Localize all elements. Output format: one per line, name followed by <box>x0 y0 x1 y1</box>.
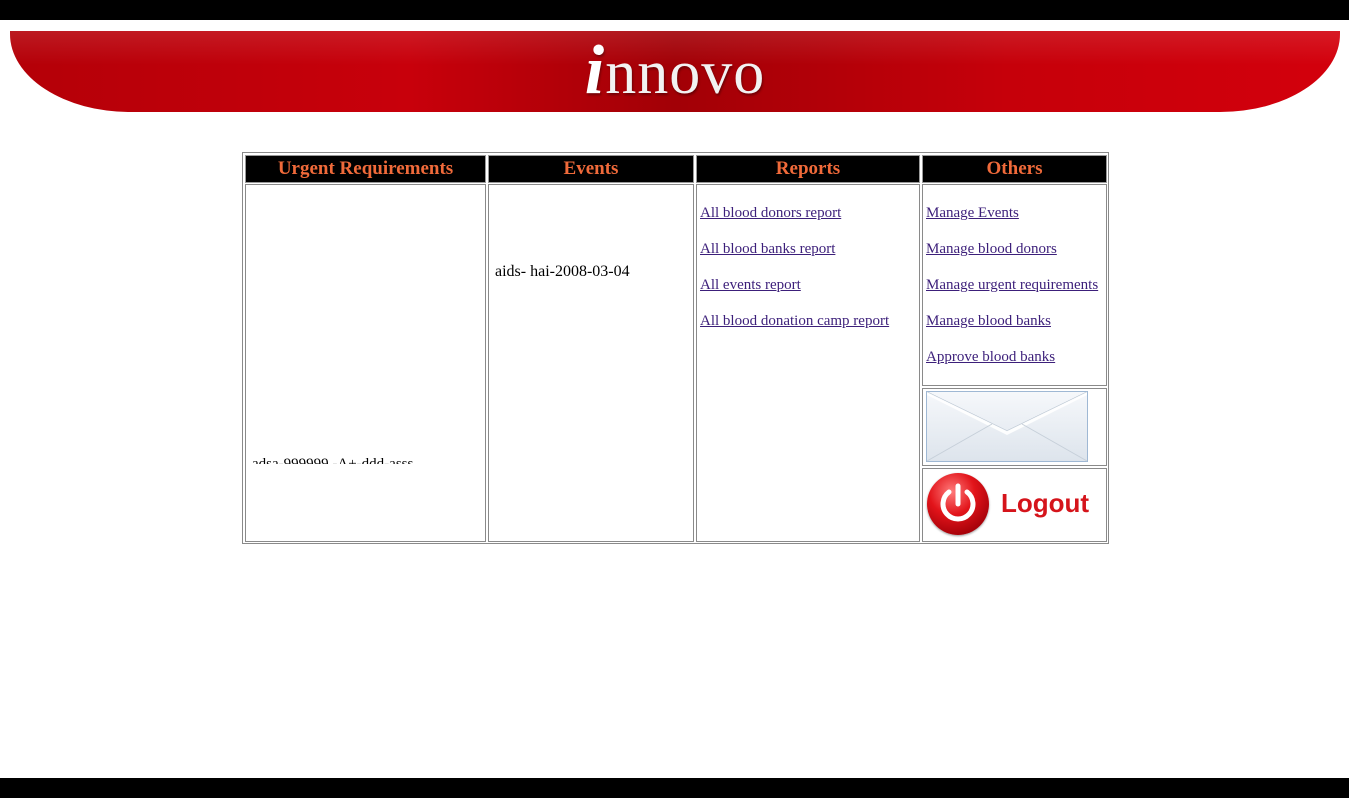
urgent-requirements-panel: adsa-999999 -A+-ddd-asss <box>245 184 486 542</box>
event-item: aids- hai-2008-03-04 <box>495 263 630 280</box>
header-reports: Reports <box>696 155 920 183</box>
link-all-blood-banks-report[interactable]: All blood banks report <box>700 241 835 258</box>
link-all-events-report[interactable]: All events report <box>700 277 801 294</box>
reports-panel: All blood donors report All blood banks … <box>696 184 920 542</box>
mail-panel <box>922 388 1107 466</box>
header-banner: innovo <box>10 31 1340 112</box>
header-urgent-requirements: Urgent Requirements <box>245 155 486 183</box>
envelope-icon[interactable] <box>926 391 1088 462</box>
top-black-bar <box>0 0 1349 20</box>
link-all-blood-donors-report[interactable]: All blood donors report <box>700 205 841 222</box>
innovo-logo: innovo <box>584 32 766 109</box>
urgent-requirements-marquee: adsa-999999 -A+-ddd-asss <box>252 456 414 464</box>
bottom-black-bar <box>0 778 1349 798</box>
logout-button[interactable]: Logout <box>926 472 1101 538</box>
logout-panel: Logout <box>922 468 1107 542</box>
logout-label: Logout <box>1001 488 1090 518</box>
link-all-blood-donation-camp-report[interactable]: All blood donation camp report <box>700 313 889 330</box>
link-manage-blood-banks[interactable]: Manage blood banks <box>926 313 1051 330</box>
header-events: Events <box>488 155 694 183</box>
link-approve-blood-banks[interactable]: Approve blood banks <box>926 349 1055 366</box>
power-icon <box>927 473 989 535</box>
others-panel: Manage Events Manage blood donors Manage… <box>922 184 1107 386</box>
header-others: Others <box>922 155 1107 183</box>
events-panel: aids- hai-2008-03-04 <box>488 184 694 542</box>
link-manage-events[interactable]: Manage Events <box>926 205 1019 222</box>
dashboard-table: Urgent Requirements Events Reports Other… <box>242 152 1109 544</box>
link-manage-blood-donors[interactable]: Manage blood donors <box>926 241 1057 258</box>
link-manage-urgent-requirements[interactable]: Manage urgent requirements <box>926 277 1098 294</box>
